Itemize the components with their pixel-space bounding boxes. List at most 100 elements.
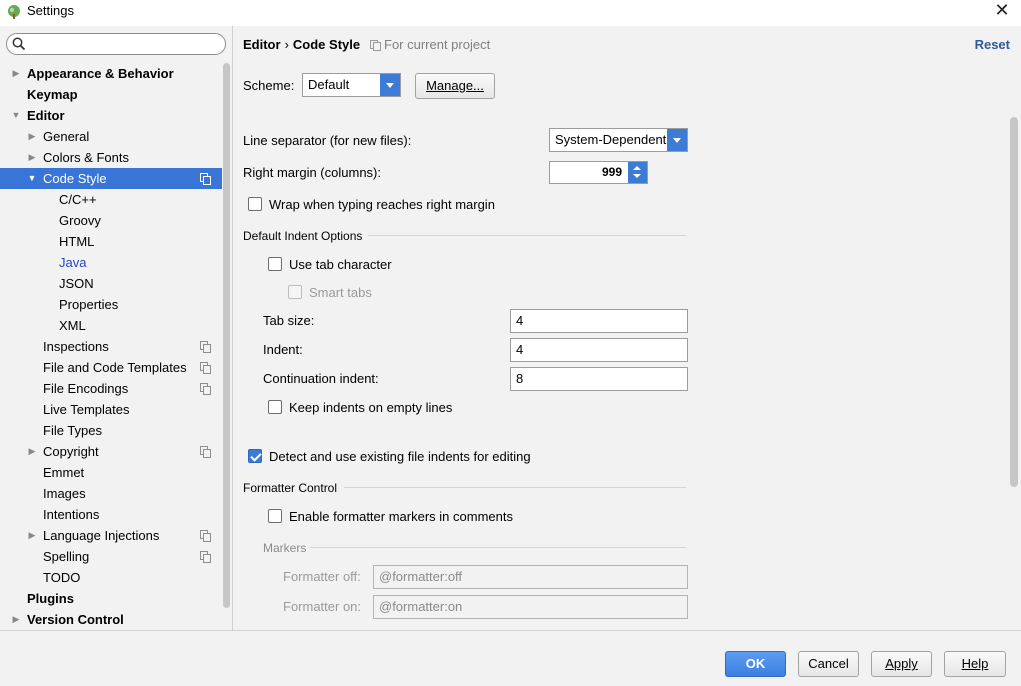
tree-item-file-and-code-templates[interactable]: File and Code Templates: [0, 357, 222, 378]
tree-item-appearance-behavior[interactable]: ▶ Appearance & Behavior: [0, 63, 222, 84]
detect-indents-label: Detect and use existing file indents for…: [269, 449, 531, 464]
scheme-value: Default: [308, 77, 350, 92]
tree-item-file-types[interactable]: File Types: [0, 420, 222, 441]
help-button[interactable]: Help: [944, 651, 1006, 677]
tree-item-file-encodings[interactable]: File Encodings: [0, 378, 222, 399]
sidebar-scrollbar-thumb[interactable]: [223, 63, 230, 608]
tree-item-label: Version Control: [27, 612, 124, 627]
tree-item-properties[interactable]: Properties: [0, 294, 222, 315]
manage-button[interactable]: Manage...: [415, 73, 495, 99]
tree-item-copyright[interactable]: ▶ Copyright: [0, 441, 222, 462]
indent-section-title: Default Indent Options: [243, 229, 363, 243]
keep-indents-checkbox[interactable]: [268, 400, 282, 414]
chevron-down-icon[interactable]: [380, 74, 400, 96]
project-icon: [370, 40, 381, 51]
tree-item-label: Language Injections: [43, 528, 160, 543]
chevron-right-icon[interactable]: ▶: [27, 441, 37, 462]
tree-item-groovy[interactable]: Groovy: [0, 210, 222, 231]
tab-size-input[interactable]: 4: [510, 309, 688, 333]
tree-item-label: Plugins: [27, 591, 74, 606]
tree-item-colors-fonts[interactable]: ▶ Colors & Fonts: [0, 147, 222, 168]
tree-item-label: Images: [43, 486, 86, 501]
line-separator-select[interactable]: System-Dependent: [549, 128, 688, 152]
tree-item-html[interactable]: HTML: [0, 231, 222, 252]
tree-item-label: Live Templates: [43, 402, 130, 417]
indent-input[interactable]: 4: [510, 338, 688, 362]
apply-button[interactable]: Apply: [871, 651, 932, 677]
search-icon: [12, 37, 26, 51]
tree-item-version-control[interactable]: ▶ Version Control: [0, 609, 222, 630]
content-scrollbar[interactable]: [1009, 114, 1019, 628]
project-scope-icon: [200, 551, 211, 563]
wrap-checkbox[interactable]: [248, 197, 262, 211]
tree-item-general[interactable]: ▶ General: [0, 126, 222, 147]
tree-item-label: Inspections: [43, 339, 109, 354]
ok-button[interactable]: OK: [725, 651, 786, 677]
close-icon[interactable]: ✕: [991, 0, 1013, 22]
tree-item-inspections[interactable]: Inspections: [0, 336, 222, 357]
smart-tabs-label: Smart tabs: [309, 285, 372, 300]
tree-item-label: General: [43, 129, 90, 144]
settings-tree: ▶ Appearance & Behavior Keymap ▼ Editor ▶ Gene…: [0, 63, 222, 630]
smart-tabs-checkbox[interactable]: [288, 285, 302, 299]
wrap-label: Wrap when typing reaches right margin: [269, 197, 495, 212]
chevron-right-icon[interactable]: ▶: [11, 609, 21, 630]
tree-item-label: HTML: [59, 234, 95, 249]
formatter-on-label: Formatter on:: [283, 599, 362, 614]
tree-item-label: Keymap: [27, 87, 78, 102]
detect-indents-checkbox[interactable]: [248, 449, 262, 463]
sidebar-scrollbar[interactable]: [222, 63, 231, 628]
chevron-down-icon[interactable]: ▼: [11, 105, 21, 126]
continuation-indent-input[interactable]: 8: [510, 367, 688, 391]
tree-item-label: Copyright: [43, 444, 99, 459]
chevron-right-icon[interactable]: ▶: [27, 147, 37, 168]
reset-link[interactable]: Reset: [975, 37, 1010, 52]
formatter-off-label: Formatter off:: [283, 569, 361, 584]
tree-item-spelling[interactable]: Spelling: [0, 546, 222, 567]
tree-item-label: File and Code Templates: [43, 360, 187, 375]
chevron-right-icon[interactable]: ▶: [27, 126, 37, 147]
tree-item-xml[interactable]: XML: [0, 315, 222, 336]
tree-item-images[interactable]: Images: [0, 483, 222, 504]
tree-item-label: Emmet: [43, 465, 85, 480]
breadcrumb-current: Code Style: [292, 37, 361, 52]
tree-item-json[interactable]: JSON: [0, 273, 222, 294]
tree-item-language-injections[interactable]: ▶ Language Injections: [0, 525, 222, 546]
tree-item-c-c[interactable]: C/C++: [0, 189, 222, 210]
formatter-off-input[interactable]: @formatter:off: [373, 565, 688, 589]
tree-item-code-style[interactable]: ▼ Code Style: [0, 168, 222, 189]
project-scope-icon: [200, 173, 211, 185]
tree-item-intentions[interactable]: Intentions: [0, 504, 222, 525]
enable-markers-checkbox[interactable]: [268, 509, 282, 523]
spinner-arrows-icon[interactable]: [628, 162, 647, 183]
use-tab-checkbox[interactable]: [268, 257, 282, 271]
tree-item-label: Editor: [27, 108, 65, 123]
line-separator-label: Line separator (for new files):: [243, 133, 412, 148]
breadcrumb-separator: ›: [284, 37, 289, 52]
tree-item-label: File Encodings: [43, 381, 129, 396]
dialog-footer: OK Cancel Apply Help: [0, 630, 1021, 686]
project-scope-icon: [200, 362, 211, 374]
chevron-right-icon[interactable]: ▶: [27, 525, 37, 546]
tree-item-todo[interactable]: TODO: [0, 567, 222, 588]
search-input[interactable]: [6, 33, 226, 55]
scheme-select[interactable]: Default: [302, 73, 401, 97]
chevron-right-icon[interactable]: ▶: [11, 63, 21, 84]
tree-item-editor[interactable]: ▼ Editor: [0, 105, 222, 126]
cancel-button[interactable]: Cancel: [798, 651, 859, 677]
content-scrollbar-thumb[interactable]: [1010, 117, 1018, 487]
tree-item-label: Appearance & Behavior: [27, 66, 174, 81]
tree-item-java[interactable]: Java: [0, 252, 222, 273]
project-scope-icon: [200, 341, 211, 353]
tree-item-emmet[interactable]: Emmet: [0, 462, 222, 483]
app-icon: [8, 5, 20, 19]
section-divider: [344, 487, 686, 488]
chevron-down-icon[interactable]: ▼: [27, 168, 37, 189]
formatter-on-input[interactable]: @formatter:on: [373, 595, 688, 619]
tree-item-label: Colors & Fonts: [43, 150, 129, 165]
chevron-down-icon[interactable]: [667, 129, 687, 151]
tree-item-plugins[interactable]: Plugins: [0, 588, 222, 609]
tree-item-live-templates[interactable]: Live Templates: [0, 399, 222, 420]
tree-item-keymap[interactable]: Keymap: [0, 84, 222, 105]
right-margin-spinner[interactable]: 999: [549, 161, 648, 184]
